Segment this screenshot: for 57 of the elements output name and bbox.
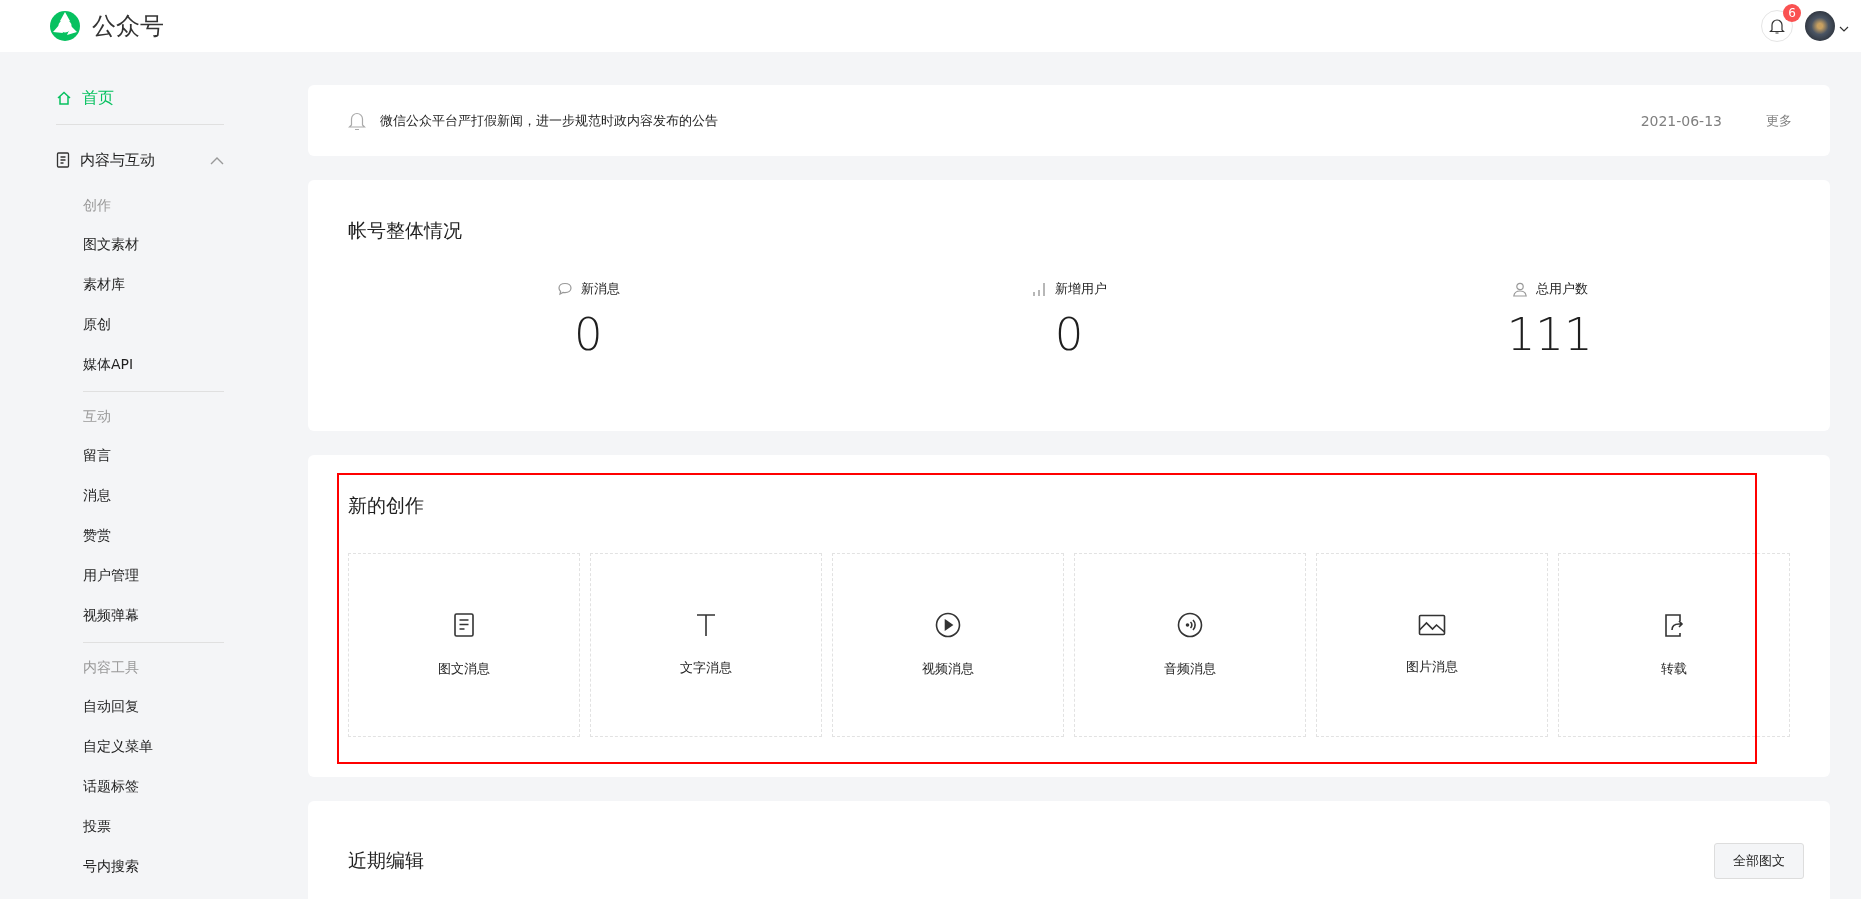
stat-value: 0	[1054, 308, 1084, 361]
stat-value: 0	[574, 308, 603, 361]
nav-section-heading: 内容工具	[83, 658, 140, 677]
create-option-tile[interactable]: 图片消息	[1316, 553, 1548, 737]
chevron-icon[interactable]	[210, 157, 224, 165]
card-title: 近期编辑	[348, 848, 424, 873]
app-title: 公众号	[92, 11, 164, 42]
nav-section-heading: 创作	[83, 196, 112, 215]
card-title: 新的创作	[348, 493, 425, 518]
create-option-tile[interactable]: 图文消息	[348, 553, 580, 737]
person-icon	[1511, 281, 1528, 297]
create-option-tile[interactable]: 音频消息	[1074, 553, 1306, 737]
nav-item[interactable]: 图文素材	[83, 225, 224, 265]
card-title: 帐号整体情况	[348, 218, 463, 243]
nav-item[interactable]: 自动回复	[83, 687, 224, 727]
stat-value: 111	[1506, 308, 1593, 361]
audio-wave-icon	[1177, 612, 1203, 638]
nav-item[interactable]: 自定义菜单	[83, 727, 224, 767]
more-link[interactable]: 更多	[1766, 111, 1792, 130]
play-circle-icon	[935, 612, 961, 638]
nav-item[interactable]: 赞赏	[83, 516, 224, 556]
announcement-link[interactable]: 微信公众平台严打假新闻，进一步规范时政内容发布的公告	[380, 111, 1627, 130]
avatar[interactable]	[1805, 11, 1835, 41]
nav-item[interactable]: 媒体API	[83, 345, 224, 385]
stat-label: 新消息	[580, 280, 620, 298]
notification-count-badge: 6	[1783, 4, 1801, 22]
caret-icon[interactable]	[1839, 25, 1849, 32]
bell-icon	[1769, 17, 1785, 35]
picture-icon	[1418, 614, 1446, 636]
house-icon	[56, 90, 72, 106]
bell-icon	[348, 110, 366, 131]
nav-item[interactable]: 话题标签	[83, 767, 224, 807]
letter-t-icon	[695, 613, 717, 637]
nav-item[interactable]: 消息	[83, 476, 224, 516]
nav-item[interactable]: 素材库	[83, 265, 224, 305]
document-icon	[452, 612, 476, 638]
announcement-date: 2021-06-13	[1640, 112, 1722, 129]
speech-bubble-icon	[556, 281, 573, 297]
nav-item[interactable]: 号内搜索	[83, 847, 224, 887]
all-articles-button[interactable]: 全部图文	[1714, 843, 1804, 879]
bar-chart-icon	[1031, 281, 1047, 297]
nav-item[interactable]: 视频弹幕	[83, 596, 224, 636]
nav-group-label[interactable]: 内容与互动	[80, 150, 200, 170]
notification-button[interactable]	[1761, 10, 1793, 42]
stat-label: 总用户数	[1535, 280, 1588, 298]
nav-item[interactable]: 留言	[83, 436, 224, 476]
create-option-tile[interactable]: 文字消息	[590, 553, 822, 737]
logo-icon	[48, 9, 82, 43]
document-icon	[56, 152, 70, 168]
nav-item[interactable]: 投票	[83, 807, 224, 847]
share-document-icon	[1662, 612, 1686, 638]
nav-item[interactable]: 用户管理	[83, 556, 224, 596]
nav-item[interactable]: 原创	[83, 305, 224, 345]
create-option-tile[interactable]: 视频消息	[832, 553, 1064, 737]
create-option-tile[interactable]: 转载	[1558, 553, 1790, 737]
nav-section-heading: 互动	[83, 407, 112, 426]
stat-label: 新增用户	[1055, 280, 1107, 298]
